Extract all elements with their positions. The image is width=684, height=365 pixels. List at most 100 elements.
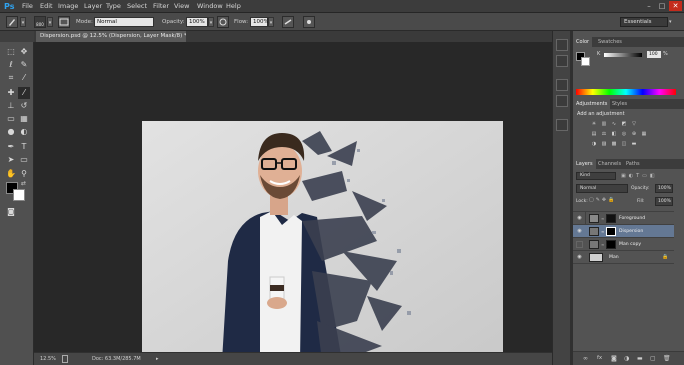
curves-icon[interactable]: ∿ bbox=[611, 121, 617, 127]
type-icon[interactable]: T bbox=[18, 141, 30, 153]
path-select-icon[interactable]: ➤ bbox=[5, 154, 17, 166]
heal-icon[interactable]: ✚ bbox=[5, 87, 17, 99]
layer-thumbnail[interactable] bbox=[589, 227, 599, 236]
info-panel-icon[interactable] bbox=[556, 79, 568, 91]
swap-colors-icon[interactable]: ⇄ bbox=[21, 180, 26, 187]
tab-layers[interactable]: Layers bbox=[573, 159, 596, 169]
posterize-icon[interactable]: ▨ bbox=[601, 141, 607, 147]
pressure-size-button[interactable] bbox=[303, 16, 315, 28]
quick-select-icon[interactable]: ✎ bbox=[18, 59, 30, 71]
levels-icon[interactable]: ▥ bbox=[601, 121, 607, 127]
layer-row[interactable]: ∞ Man copy bbox=[573, 238, 674, 251]
menu-edit[interactable]: Edit bbox=[40, 0, 53, 13]
flow-slider-arrow[interactable]: ▾ bbox=[268, 17, 274, 27]
menu-file[interactable]: File bbox=[22, 0, 33, 13]
layer-thumbnail[interactable] bbox=[589, 253, 603, 262]
maximize-button[interactable]: □ bbox=[656, 1, 668, 11]
menu-image[interactable]: Image bbox=[58, 0, 78, 13]
canvas-area[interactable] bbox=[34, 42, 552, 361]
layer-mask-thumbnail[interactable] bbox=[606, 214, 616, 223]
background-color-swatch[interactable] bbox=[13, 189, 25, 201]
layer-opacity-input[interactable]: 100% bbox=[655, 184, 673, 193]
eye-icon[interactable]: ◉ bbox=[576, 254, 583, 261]
opacity-input[interactable]: 100% bbox=[186, 17, 208, 27]
export-icon[interactable] bbox=[62, 355, 68, 363]
layer-thumbnail[interactable] bbox=[589, 214, 599, 223]
layer-name[interactable]: Man bbox=[609, 253, 619, 262]
selective-color-icon[interactable]: ◫ bbox=[621, 141, 627, 147]
brush-size-arrow[interactable]: ▾ bbox=[47, 17, 53, 27]
pen-icon[interactable]: ✒ bbox=[5, 141, 17, 153]
invert-icon[interactable]: ◑ bbox=[591, 141, 597, 147]
layer-mask-thumbnail[interactable] bbox=[606, 240, 616, 249]
minimize-button[interactable]: – bbox=[643, 1, 655, 11]
layer-filter-kind[interactable]: Kind bbox=[576, 172, 616, 180]
brush-presets-icon[interactable] bbox=[556, 95, 568, 107]
eyedropper-icon[interactable]: ⁄ bbox=[18, 72, 30, 84]
trash-icon[interactable]: 🗑 bbox=[663, 355, 671, 362]
menu-view[interactable]: View bbox=[174, 0, 189, 13]
crop-icon[interactable]: ⌗ bbox=[5, 72, 17, 84]
tool-preset-picker[interactable] bbox=[6, 16, 18, 28]
blend-mode-select[interactable]: Normal bbox=[576, 184, 628, 193]
new-layer-icon[interactable]: ▢ bbox=[650, 355, 656, 362]
flow-input[interactable]: 100% bbox=[250, 17, 269, 27]
brush-panel-toggle[interactable] bbox=[58, 16, 70, 28]
properties-panel-icon[interactable] bbox=[556, 55, 568, 67]
brush-tool-icon[interactable]: ⁄ bbox=[18, 87, 30, 99]
layer-mask-thumbnail[interactable] bbox=[606, 227, 616, 236]
k-slider-track[interactable] bbox=[604, 53, 642, 57]
close-button[interactable]: ✕ bbox=[669, 1, 682, 11]
black-white-icon[interactable]: ◧ bbox=[611, 131, 617, 137]
document-tab[interactable]: Dispersion.psd @ 12.5% (Dispersion, Laye… bbox=[36, 31, 186, 42]
layer-filter-icons[interactable]: ▣◐T▭◧ bbox=[621, 172, 673, 180]
tab-channels[interactable]: Channels bbox=[595, 159, 624, 169]
lasso-icon[interactable]: ℓ bbox=[5, 59, 17, 71]
menu-help[interactable]: Help bbox=[226, 0, 241, 13]
layer-row-selected[interactable]: ◉ ∞ Dispersion bbox=[573, 225, 674, 238]
tab-styles[interactable]: Styles bbox=[609, 99, 630, 109]
fx-icon[interactable]: fx bbox=[597, 355, 602, 361]
move-icon[interactable]: ✥ bbox=[18, 46, 30, 58]
eye-hidden-icon[interactable] bbox=[576, 241, 583, 248]
menu-window[interactable]: Window bbox=[197, 0, 223, 13]
marquee-icon[interactable]: ⬚ bbox=[5, 46, 17, 58]
tab-color[interactable]: Color bbox=[573, 37, 593, 47]
eye-icon[interactable]: ◉ bbox=[576, 215, 583, 222]
folder-icon[interactable]: ▬ bbox=[637, 355, 643, 362]
color-background-swatch[interactable] bbox=[581, 57, 590, 66]
hue-saturation-icon[interactable]: ▤ bbox=[591, 131, 597, 137]
fill-input[interactable]: 100% bbox=[655, 197, 673, 206]
brightness-icon[interactable]: ☀ bbox=[591, 121, 597, 127]
opacity-slider-arrow[interactable]: ▾ bbox=[208, 17, 214, 27]
mask-icon[interactable]: ◙ bbox=[611, 355, 617, 362]
quick-mask-icon[interactable]: ◙ bbox=[5, 206, 17, 218]
tab-paths[interactable]: Paths bbox=[623, 159, 643, 169]
eraser-icon[interactable]: ▭ bbox=[5, 113, 17, 125]
menu-layer[interactable]: Layer bbox=[84, 0, 102, 13]
color-lookup-icon[interactable]: ▦ bbox=[641, 131, 647, 137]
toolbar-header[interactable] bbox=[0, 31, 34, 42]
layer-row[interactable]: ◉ Man 🔒 bbox=[573, 251, 674, 264]
character-panel-icon[interactable] bbox=[556, 119, 568, 131]
gradient-map-icon[interactable]: ▬ bbox=[631, 141, 637, 147]
stamp-icon[interactable]: ⊥ bbox=[5, 100, 17, 112]
link-layers-icon[interactable]: ∞ bbox=[583, 355, 588, 362]
hand-icon[interactable]: ✋ bbox=[5, 168, 17, 180]
layer-row[interactable]: ◉ ∞ Foreground bbox=[573, 212, 674, 225]
layer-name[interactable]: Foreground bbox=[619, 214, 645, 223]
channel-mixer-icon[interactable]: ⊕ bbox=[631, 131, 637, 137]
layer-name[interactable]: Dispersion bbox=[619, 227, 643, 236]
exposure-icon[interactable]: ◩ bbox=[621, 121, 627, 127]
shape-icon[interactable]: ▭ bbox=[18, 154, 30, 166]
layer-name[interactable]: Man copy bbox=[619, 240, 641, 249]
history-panel-icon[interactable] bbox=[556, 39, 568, 51]
mode-select[interactable]: Normal bbox=[94, 17, 154, 27]
menu-select[interactable]: Select bbox=[127, 0, 147, 13]
link-icon[interactable]: ∞ bbox=[601, 242, 604, 247]
airbrush-button[interactable] bbox=[282, 16, 294, 28]
workspace-switcher[interactable]: Essentials bbox=[620, 17, 668, 27]
zoom-icon[interactable]: ⚲ bbox=[18, 168, 30, 180]
tab-adjustments[interactable]: Adjustments bbox=[573, 99, 611, 109]
workspace-arrow-icon[interactable]: ▾ bbox=[669, 17, 675, 27]
